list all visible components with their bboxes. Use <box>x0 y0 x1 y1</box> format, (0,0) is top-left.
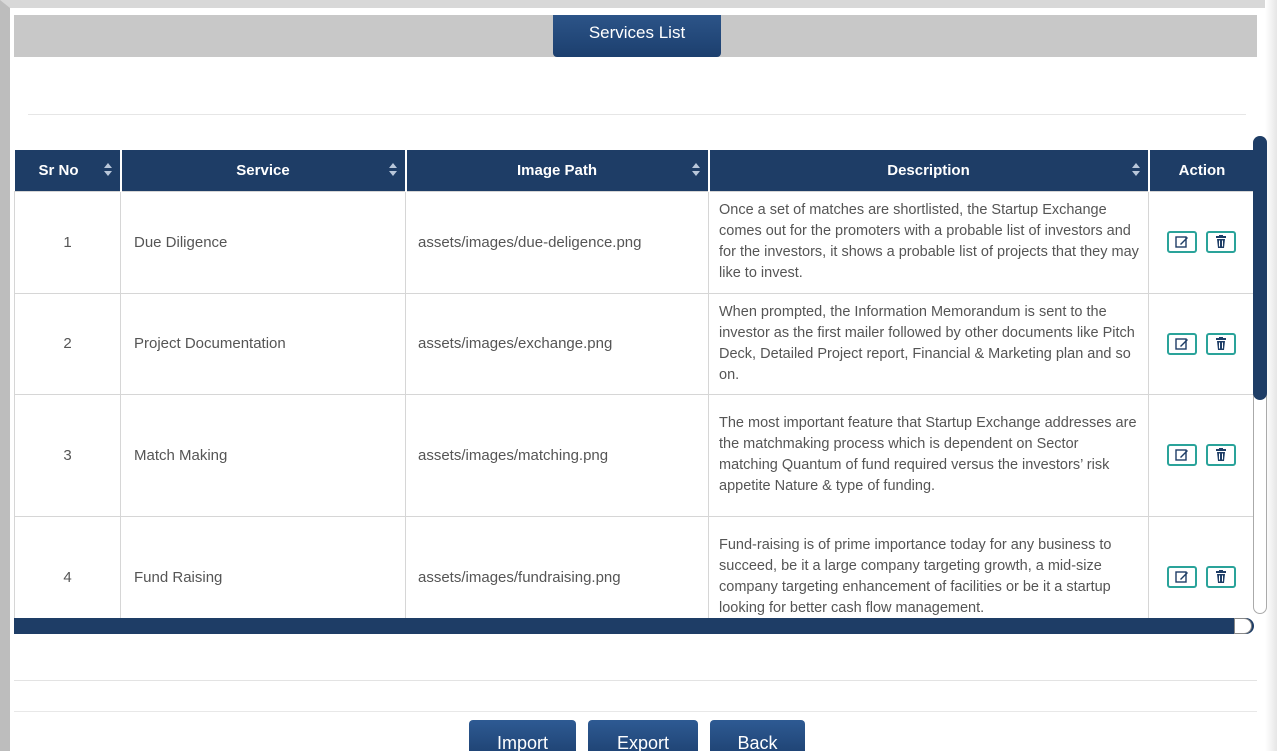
table-row: 1 Due Diligence assets/images/due-delige… <box>14 190 1254 294</box>
edit-icon <box>1175 337 1189 350</box>
services-table: Sr No Service Image Path Description Act… <box>14 150 1254 624</box>
edit-button[interactable] <box>1167 231 1198 253</box>
edit-button[interactable] <box>1167 444 1198 466</box>
delete-button[interactable] <box>1205 231 1236 253</box>
cell-sr-no: 4 <box>14 515 121 624</box>
trash-icon <box>1215 235 1226 248</box>
column-header-service[interactable]: Service <box>120 150 407 191</box>
back-button[interactable]: Back <box>710 720 805 751</box>
table-row: 3 Match Making assets/images/matching.pn… <box>14 393 1254 517</box>
trash-icon <box>1215 570 1226 583</box>
cell-sr-no: 2 <box>14 292 121 395</box>
divider <box>14 680 1257 681</box>
column-header-label: Description <box>887 161 970 179</box>
cell-description: When prompted, the Information Memorandu… <box>708 292 1149 395</box>
column-header-description[interactable]: Description <box>708 150 1150 191</box>
table-row: 4 Fund Raising assets/images/fundraising… <box>14 515 1254 624</box>
sort-icon[interactable] <box>691 163 700 177</box>
page-title: Services List <box>553 15 721 57</box>
sort-icon[interactable] <box>103 163 112 177</box>
horizontal-scrollbar-track-end[interactable] <box>1234 618 1252 634</box>
cell-service: Fund Raising <box>120 515 406 624</box>
column-header-sr-no[interactable]: Sr No <box>14 150 122 191</box>
cell-image-path: assets/images/fundraising.png <box>405 515 709 624</box>
edit-button[interactable] <box>1167 566 1198 588</box>
cell-sr-no: 1 <box>14 190 121 294</box>
sort-icon[interactable] <box>388 163 397 177</box>
cell-service: Due Diligence <box>120 190 406 294</box>
cell-description: Fund-raising is of prime importance toda… <box>708 515 1149 624</box>
column-header-image-path[interactable]: Image Path <box>405 150 710 191</box>
divider <box>14 711 1257 712</box>
services-table-container: Sr No Service Image Path Description Act… <box>14 150 1254 624</box>
column-header-label: Service <box>236 161 290 179</box>
edit-icon <box>1175 236 1189 248</box>
cell-image-path: assets/images/due-deligence.png <box>405 190 709 294</box>
import-button[interactable]: Import <box>469 720 576 751</box>
cell-service: Project Documentation <box>120 292 406 395</box>
delete-button[interactable] <box>1205 444 1236 466</box>
cell-action <box>1148 393 1254 517</box>
cell-sr-no: 3 <box>14 393 121 517</box>
edit-button[interactable] <box>1167 332 1198 355</box>
cell-action <box>1148 292 1254 395</box>
table-header-row: Sr No Service Image Path Description Act… <box>14 150 1254 191</box>
column-header-label: Image Path <box>516 161 598 179</box>
column-header-label: Action <box>1178 161 1226 179</box>
horizontal-scrollbar-thumb[interactable] <box>14 618 1254 634</box>
vertical-scrollbar-thumb[interactable] <box>1253 136 1267 400</box>
column-header-action: Action <box>1148 150 1254 191</box>
edit-icon <box>1175 571 1189 583</box>
delete-button[interactable] <box>1205 332 1236 355</box>
cell-action <box>1148 515 1254 624</box>
edit-icon <box>1175 449 1189 461</box>
cell-action <box>1148 190 1254 294</box>
sort-icon[interactable] <box>1131 163 1140 177</box>
table-row: 2 Project Documentation assets/images/ex… <box>14 292 1254 395</box>
cell-image-path: assets/images/exchange.png <box>405 292 709 395</box>
cell-service: Match Making <box>120 393 406 517</box>
trash-icon <box>1215 448 1226 461</box>
export-button[interactable]: Export <box>588 720 698 751</box>
trash-icon <box>1215 336 1226 350</box>
delete-button[interactable] <box>1205 566 1236 588</box>
cell-description: Once a set of matches are shortlisted, t… <box>708 190 1149 294</box>
cell-description: The most important feature that Startup … <box>708 393 1149 517</box>
cell-image-path: assets/images/matching.png <box>405 393 709 517</box>
column-header-label: Sr No <box>38 161 79 179</box>
divider <box>28 114 1246 115</box>
